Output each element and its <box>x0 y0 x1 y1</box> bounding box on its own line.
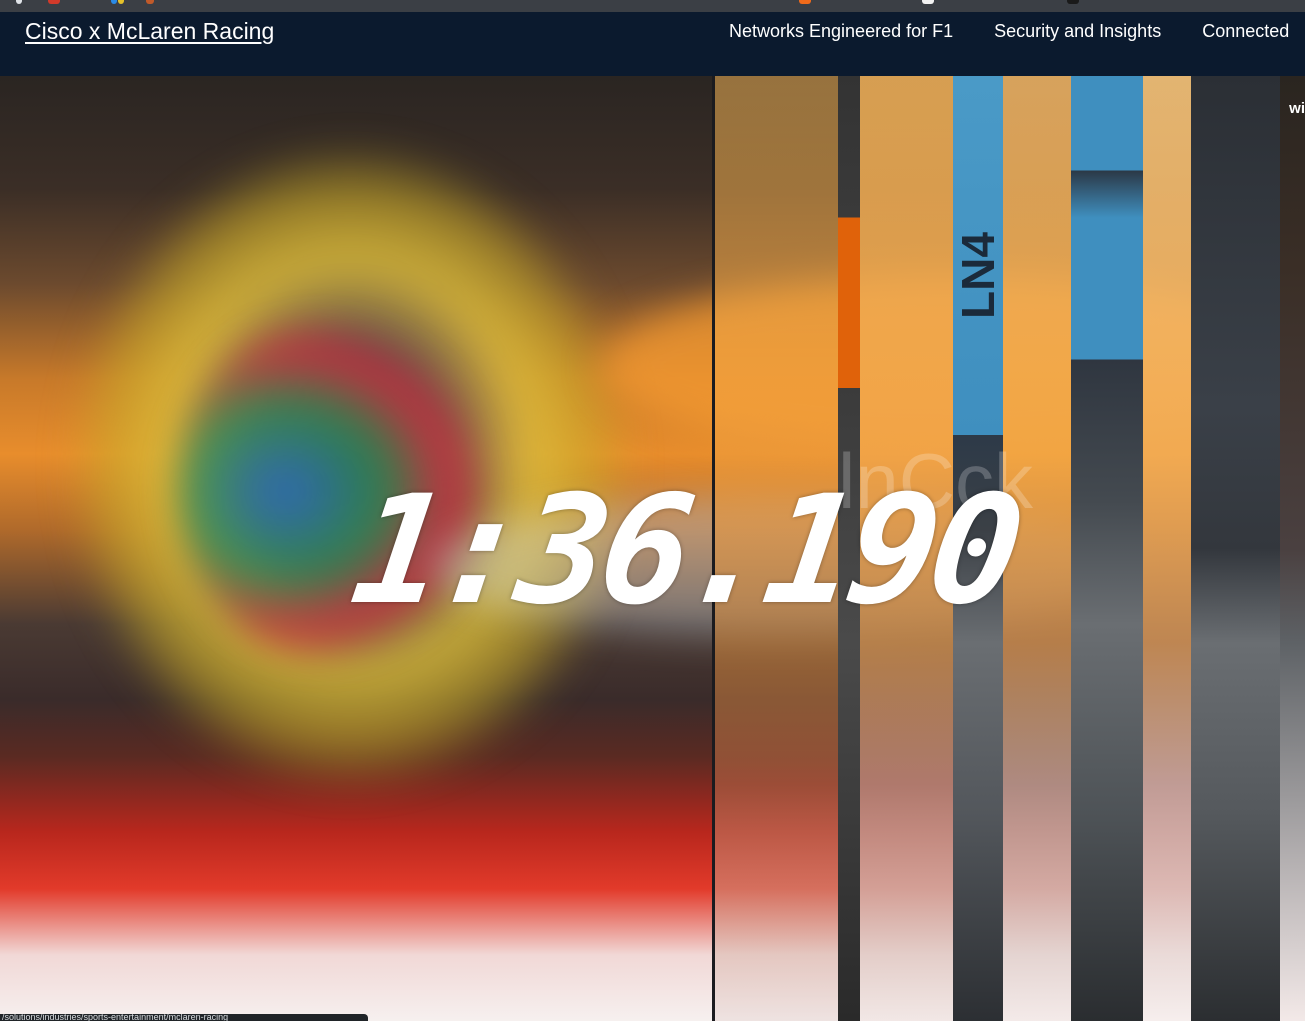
site-header: Cisco x McLaren Racing Networks Engineer… <box>0 12 1305 76</box>
bookmark-icon[interactable] <box>146 0 154 4</box>
livery-text: LN4 <box>952 232 1004 320</box>
bookmark-icon[interactable] <box>111 0 117 4</box>
corner-text: wi <box>1289 100 1305 117</box>
bookmark-icon[interactable] <box>922 0 934 4</box>
garage-panel <box>1280 76 1305 1021</box>
nav-item-connected[interactable]: Connected <box>1202 21 1289 42</box>
bookmark-icon[interactable] <box>16 0 22 4</box>
transition-stripe <box>1143 76 1191 1021</box>
browser-viewport: Cisco x McLaren Racing Networks Engineer… <box>0 0 1305 1021</box>
lap-time-display: 1:36.190 <box>342 464 1026 638</box>
nav-item-networks[interactable]: Networks Engineered for F1 <box>729 21 953 42</box>
garage-panel <box>1191 76 1280 1021</box>
main-nav: Networks Engineered for F1 Security and … <box>729 21 1305 42</box>
brand-link[interactable]: Cisco x McLaren Racing <box>25 18 274 45</box>
bookmark-icon[interactable] <box>118 0 124 4</box>
link-status-bar: /solutions/industries/sports-entertainme… <box>0 1014 368 1021</box>
hero-video: LN4 lnCck wi 1:36.190 /solutions/industr… <box>0 76 1305 1021</box>
bookmark-icon[interactable] <box>799 0 811 4</box>
bookmark-icon[interactable] <box>48 0 60 4</box>
nav-item-security[interactable]: Security and Insights <box>994 21 1161 42</box>
bookmark-icon[interactable] <box>1067 0 1079 4</box>
garage-panel <box>1071 76 1143 1021</box>
